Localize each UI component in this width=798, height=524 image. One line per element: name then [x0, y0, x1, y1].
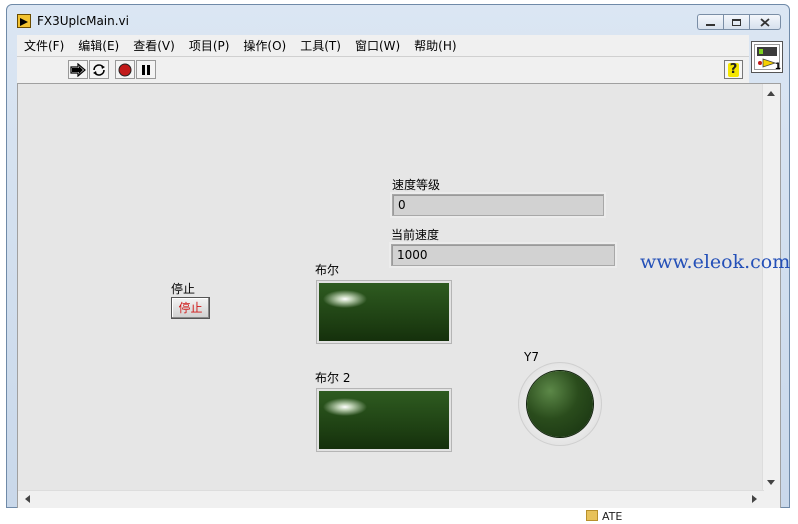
title-bar[interactable]: FX3UplcMain.vi [7, 5, 789, 35]
desktop-folder-item[interactable]: ATE [586, 510, 622, 524]
watermark-text: www.eleok.com [640, 251, 791, 273]
vertical-scrollbar[interactable] [762, 84, 780, 492]
stop-label: 停止 [171, 282, 196, 296]
maximize-button[interactable] [723, 14, 749, 30]
window-controls [697, 14, 781, 31]
horizontal-scrollbar[interactable] [18, 490, 764, 508]
bool1-label: 布尔 [315, 263, 340, 277]
stop-button[interactable]: 停止 [171, 297, 210, 319]
scroll-left-icon[interactable] [24, 495, 30, 503]
run-arrow-icon [70, 62, 86, 77]
labview-vi-icon [17, 14, 31, 28]
menu-project[interactable]: 项目(P) [182, 37, 237, 54]
window-title: FX3UplcMain.vi [37, 14, 129, 28]
pause-button[interactable] [136, 60, 156, 79]
menu-operate[interactable]: 操作(O) [236, 37, 293, 54]
abort-icon [118, 63, 132, 76]
close-icon [760, 17, 770, 27]
menu-bar: 文件(F) 编辑(E) 查看(V) 项目(P) 操作(O) 工具(T) 窗口(W… [17, 35, 749, 56]
context-help-button[interactable]: ? [724, 60, 743, 79]
menu-tools[interactable]: 工具(T) [293, 37, 348, 54]
vi-connector-icon[interactable]: 1 [751, 41, 783, 73]
desktop-background [0, 508, 798, 524]
minimize-button[interactable] [697, 14, 723, 30]
close-button[interactable] [749, 14, 781, 30]
menu-file[interactable]: 文件(F) [17, 37, 71, 54]
run-button[interactable] [68, 60, 88, 79]
maximize-icon [732, 18, 741, 26]
help-icon: ? [727, 61, 740, 77]
pause-icon [142, 64, 150, 75]
menu-help[interactable]: 帮助(H) [407, 37, 463, 54]
scroll-up-icon[interactable] [767, 90, 775, 96]
menu-view[interactable]: 查看(V) [126, 37, 182, 54]
run-continuously-button[interactable] [89, 60, 109, 79]
toolbar: ? [17, 56, 749, 84]
desktop-folder-label: ATE [602, 510, 623, 523]
current-speed-indicator: 1000 [391, 244, 615, 266]
scrollbar-corner [763, 491, 780, 508]
y7-label: Y7 [524, 350, 539, 364]
bool2-label: 布尔 2 [315, 371, 351, 385]
run-continuously-icon [93, 63, 105, 76]
scroll-down-icon[interactable] [767, 480, 775, 486]
speed-level-indicator: 0 [392, 194, 604, 216]
bool2-led [316, 388, 452, 452]
scroll-right-icon[interactable] [752, 495, 758, 503]
menu-window[interactable]: 窗口(W) [348, 37, 407, 54]
y7-led-bezel [518, 362, 602, 446]
vi-icon-number: 1 [774, 62, 781, 72]
speed-level-label: 速度等级 [392, 178, 441, 192]
bool1-led [316, 280, 452, 344]
minimize-icon [706, 23, 715, 26]
front-panel: 速度等级 0 当前速度 1000 布尔 布尔 2 停止 停止 Y7 [17, 83, 781, 509]
y7-led [527, 371, 593, 437]
folder-icon [586, 510, 598, 521]
menu-edit[interactable]: 编辑(E) [71, 37, 126, 54]
current-speed-label: 当前速度 [391, 228, 440, 242]
abort-button[interactable] [115, 60, 135, 79]
